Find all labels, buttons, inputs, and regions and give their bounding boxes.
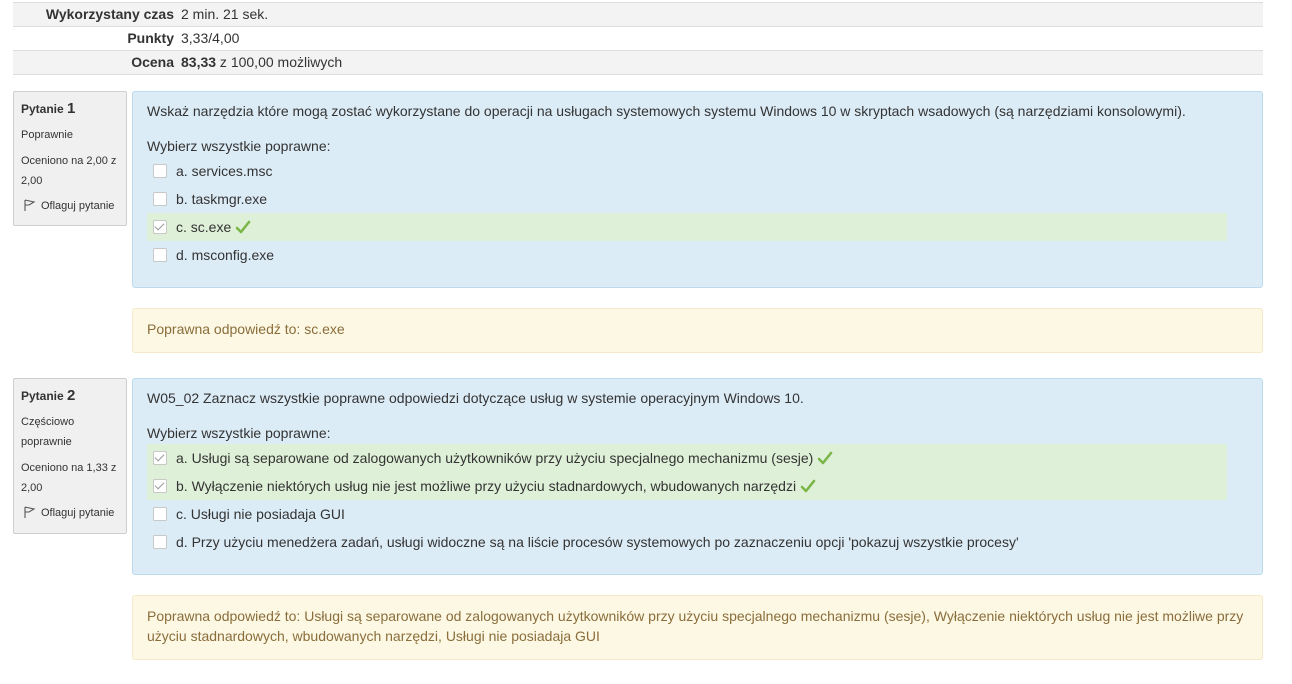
summary-row-points: Punkty 3,33/4,00 <box>13 27 1263 51</box>
summary-label: Punkty <box>13 27 181 50</box>
question-grade: Oceniono na 1,33 z 2,00 <box>21 462 117 494</box>
answer-option[interactable]: b. taskmgr.exe <box>147 185 1227 213</box>
flag-label: Oflaguj pytanie <box>41 506 115 519</box>
answer-label: d. msconfig.exe <box>176 247 275 263</box>
question-number: Pytanie 2 <box>21 387 119 404</box>
question-text: Wskaż narzędzia które mogą zostać wykorz… <box>147 103 1186 119</box>
flag-label: Oflaguj pytanie <box>41 199 115 212</box>
answer-prompt: Wybierz wszystkie poprawne: <box>147 425 331 441</box>
grade-max: z 100,00 możliwych <box>216 54 343 70</box>
answer-checkbox[interactable] <box>153 479 167 493</box>
answer-label: b. taskmgr.exe <box>176 191 268 207</box>
summary-value: 2 min. 21 sek. <box>181 6 269 22</box>
check-icon <box>818 451 833 465</box>
answer-checkbox[interactable] <box>153 248 167 262</box>
answer-checkbox[interactable] <box>153 507 167 521</box>
answer-label: d. Przy użyciu menedżera zadań, usługi w… <box>176 534 1019 550</box>
question-label: Pytanie <box>21 102 64 116</box>
answer-option[interactable]: b. Wyłączenie niektórych usług nie jest … <box>147 472 1227 500</box>
question-number: Pytanie 1 <box>21 100 119 117</box>
summary-row-grade: Ocena 83,33 z 100,00 możliwych <box>13 51 1263 75</box>
answer-label: a. Usługi są separowane od zalogowanych … <box>176 450 814 466</box>
answer-option[interactable]: c. sc.exe <box>147 213 1227 241</box>
answer-prompt: Wybierz wszystkie poprawne: <box>147 138 331 154</box>
answer-option[interactable]: c. Usługi nie posiadaja GUI <box>147 500 1227 528</box>
answer-label: b. Wyłączenie niektórych usług nie jest … <box>176 478 797 494</box>
question-content-1: Wskaż narzędzia które mogą zostać wykorz… <box>132 91 1263 288</box>
grade-score: 83,33 <box>181 54 217 70</box>
answer-label: c. Usługi nie posiadaja GUI <box>176 506 345 522</box>
answer-option[interactable]: a. services.msc <box>147 157 1227 185</box>
question-info-1: Pytanie 1 Poprawnie Oceniono na 2,00 z 2… <box>13 91 127 226</box>
summary-label: Ocena <box>13 51 181 74</box>
answer-label: c. sc.exe <box>176 219 232 235</box>
question-grade: Oceniono na 2,00 z 2,00 <box>21 155 117 187</box>
question-feedback-1: Poprawna odpowiedź to: sc.exe <box>132 308 1263 353</box>
question-index: 1 <box>67 100 76 117</box>
answer-checkbox[interactable] <box>153 535 167 549</box>
question-content-2: W05_02 Zaznacz wszystkie poprawne odpowi… <box>132 378 1263 575</box>
question-state: Poprawnie <box>21 129 73 141</box>
check-icon <box>235 220 251 234</box>
answer-checkbox[interactable] <box>153 164 167 178</box>
question-info-2: Pytanie 2 Częściowo poprawnie Oceniono n… <box>13 378 127 534</box>
question-index: 2 <box>67 387 76 404</box>
question-state: Częściowo poprawnie <box>21 416 75 448</box>
answer-option[interactable]: a. Usługi są separowane od zalogowanych … <box>147 444 1227 472</box>
quiz-summary-table: Wykorzystany czas 2 min. 21 sek. Punkty … <box>13 2 1263 75</box>
answer-checkbox[interactable] <box>153 192 167 206</box>
summary-value: 83,33 z 100,00 możliwych <box>181 51 1263 74</box>
answer-option[interactable]: d. Przy użyciu menedżera zadań, usługi w… <box>147 528 1227 556</box>
question-text: W05_02 Zaznacz wszystkie poprawne odpowi… <box>147 390 804 406</box>
answer-option[interactable]: d. msconfig.exe <box>147 241 1227 269</box>
flag-question-link[interactable]: Oflaguj pytanie <box>21 199 119 212</box>
question-feedback-2: Poprawna odpowiedź to: Usługi są separow… <box>132 595 1263 660</box>
summary-value: 3,33/4,00 <box>181 30 240 46</box>
answer-checkbox[interactable] <box>153 451 167 465</box>
check-icon <box>800 479 816 493</box>
flag-icon <box>24 506 36 518</box>
flag-question-link[interactable]: Oflaguj pytanie <box>21 506 119 519</box>
flag-icon <box>24 199 36 211</box>
question-label: Pytanie <box>21 389 64 403</box>
answer-label: a. services.msc <box>176 163 273 179</box>
answer-checkbox[interactable] <box>153 220 167 234</box>
summary-row-time: Wykorzystany czas 2 min. 21 sek. <box>13 3 1263 27</box>
summary-label: Wykorzystany czas <box>13 3 181 26</box>
